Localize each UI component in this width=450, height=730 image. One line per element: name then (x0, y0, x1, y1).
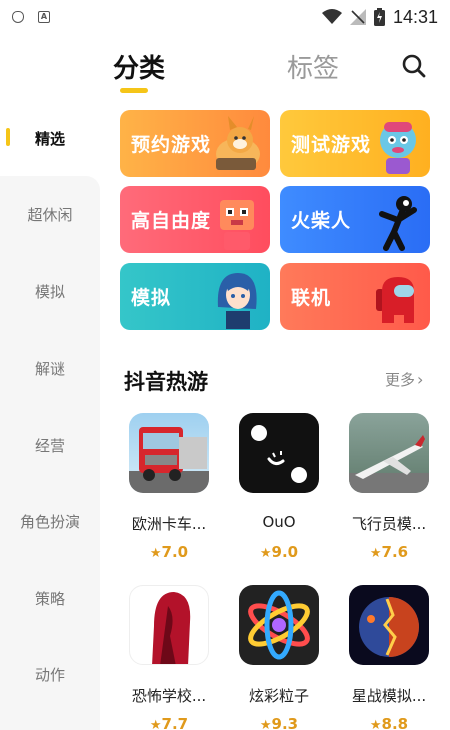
tab-tags[interactable]: 标签 (287, 48, 339, 85)
category-card-simulation[interactable]: 模拟 (120, 263, 270, 330)
more-link[interactable]: 更多 › (385, 369, 423, 390)
game-rating: ★7.0 (149, 543, 189, 561)
game-rating: ★7.6 (369, 543, 409, 561)
category-card-stickman[interactable]: 火柴人 (280, 186, 430, 253)
category-label: 测试游戏 (291, 134, 372, 156)
tab-category[interactable]: 分类 (113, 48, 165, 85)
game-name: 飞行员模... (351, 515, 427, 533)
corgi-illustration (216, 116, 260, 170)
sidebar-item-hyper-casual[interactable]: 超休闲 (0, 204, 100, 225)
game-rating: ★7.7 (110, 715, 228, 730)
character-illustration (380, 122, 416, 174)
planet-icon (349, 585, 429, 665)
status-time: 14:31 (392, 6, 438, 27)
top-tabs: 分类 标签 (0, 34, 450, 98)
category-label: 联机 (291, 287, 332, 309)
game-rating: ★8.8 (330, 715, 448, 730)
game-rating: ★9.3 (220, 715, 338, 730)
star-icon: ★ (369, 718, 382, 730)
game-name: 欧洲卡车... (131, 515, 207, 533)
category-label: 模拟 (131, 287, 172, 309)
game-name: 星战模拟... (351, 687, 427, 705)
sidebar-item-featured[interactable]: 精选 (0, 128, 100, 149)
category-label: 预约游戏 (131, 134, 212, 156)
star-icon: ★ (259, 546, 272, 561)
battery-icon (373, 8, 385, 26)
atom-icon (239, 585, 319, 665)
star-icon: ★ (149, 546, 162, 561)
shield-icon (12, 11, 24, 23)
font-a-icon: A (38, 11, 50, 23)
sidebar-item-management[interactable]: 经营 (0, 435, 100, 456)
game-name: 炫彩粒子 (248, 687, 309, 705)
status-bar: A 14:31 (0, 0, 450, 34)
category-card-high-freedom[interactable]: 高自由度 (120, 186, 270, 253)
star-icon: ★ (149, 718, 162, 730)
category-label: 火柴人 (291, 210, 352, 232)
game-name: 恐怖学校... (131, 687, 207, 705)
truck-icon (129, 413, 209, 493)
star-icon: ★ (369, 546, 382, 561)
category-sidebar: 精选 超休闲 模拟 解谜 经营 角色扮演 策略 动作 (0, 98, 100, 730)
search-button[interactable] (400, 52, 428, 80)
category-card-multiplayer[interactable]: 联机 (280, 263, 430, 330)
game-rating: ★9.0 (259, 543, 299, 561)
star-icon: ★ (259, 718, 272, 730)
crewmate-illustration (376, 277, 414, 323)
sidebar-item-strategy[interactable]: 策略 (0, 588, 100, 609)
airplane-icon (349, 413, 429, 493)
search-icon (402, 54, 426, 78)
robot-illustration (220, 200, 254, 250)
sidebar-item-action[interactable]: 动作 (0, 664, 100, 685)
no-signal-icon (349, 9, 366, 25)
more-label: 更多 (385, 371, 416, 389)
stickman-illustration (379, 196, 417, 251)
anime-girl-illustration (217, 273, 257, 329)
category-card-reservation[interactable]: 预约游戏 (120, 110, 270, 177)
section-title: 抖音热游 (124, 370, 208, 394)
category-card-testing[interactable]: 测试游戏 (280, 110, 430, 177)
game-name: OuO (262, 513, 296, 531)
sidebar-item-simulation[interactable]: 模拟 (0, 281, 100, 302)
horror-girl-icon (129, 585, 209, 665)
sidebar-item-puzzle[interactable]: 解谜 (0, 358, 100, 379)
sidebar-item-rpg[interactable]: 角色扮演 (0, 511, 100, 532)
dice-icon (239, 413, 319, 493)
tab-active-indicator (120, 88, 148, 93)
wifi-icon (321, 9, 342, 24)
category-label: 高自由度 (131, 210, 212, 232)
chevron-right-icon: › (417, 370, 424, 389)
